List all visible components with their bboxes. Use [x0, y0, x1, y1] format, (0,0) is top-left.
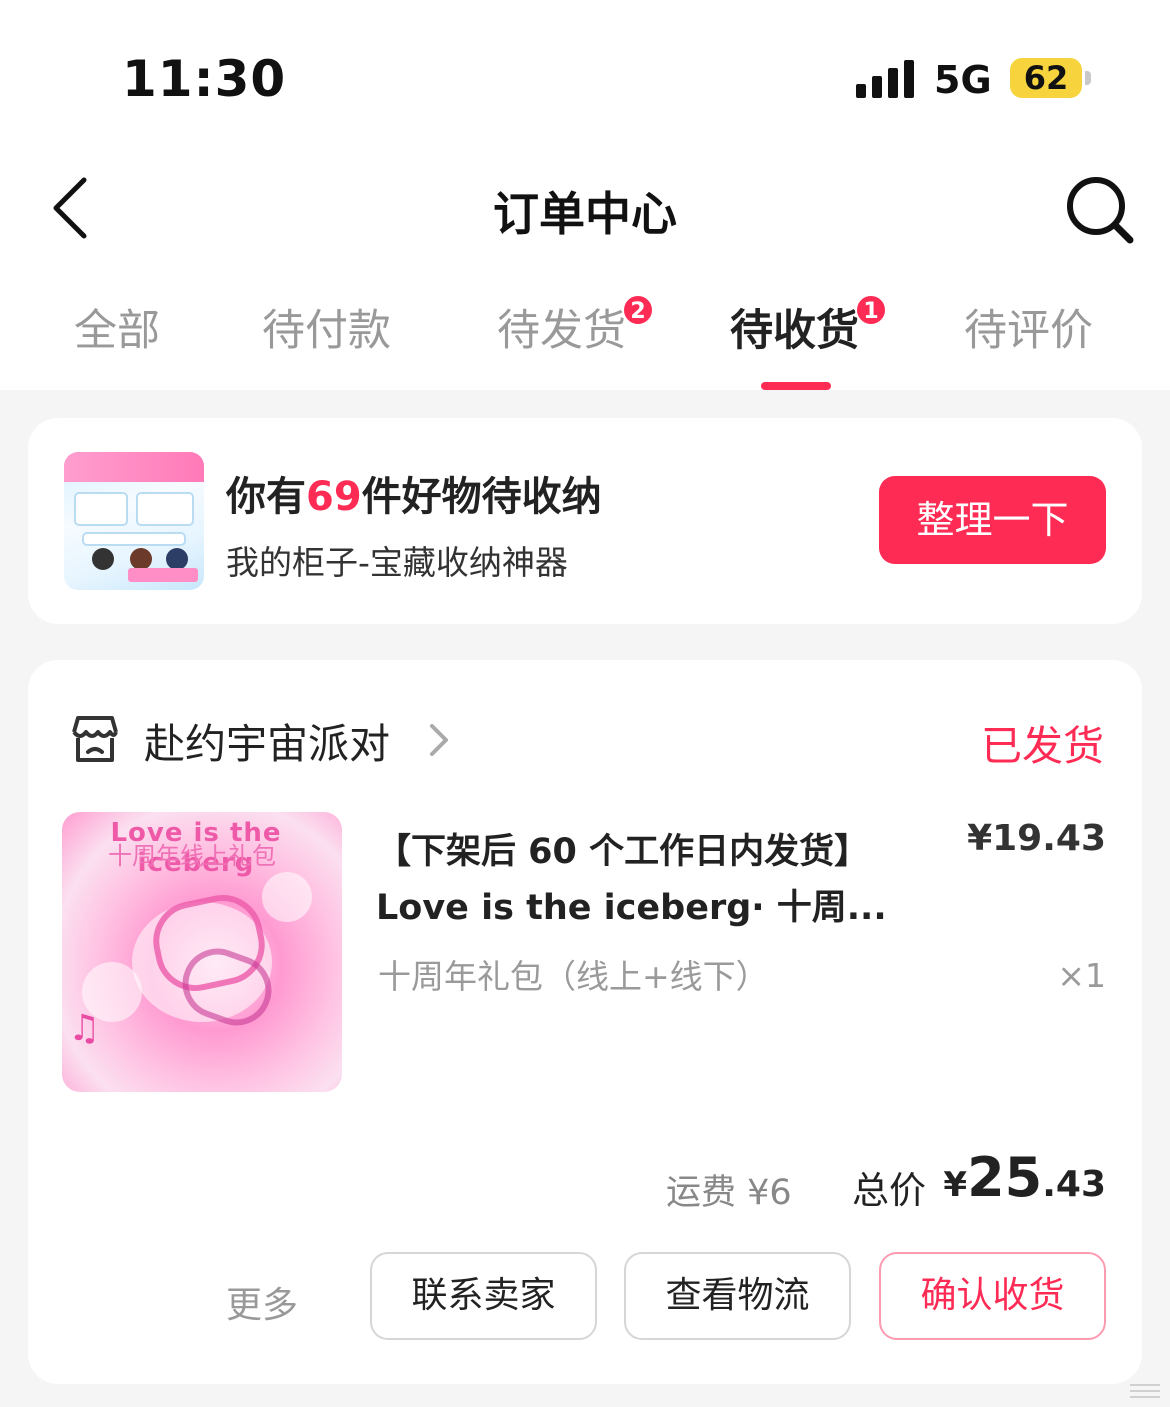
promo-suffix: 件好物待收纳: [361, 474, 602, 520]
signal-icon: [856, 60, 916, 98]
tab-badge: 1: [855, 294, 887, 326]
promo-prefix: 你有: [226, 474, 306, 520]
total-integer: 25: [967, 1146, 1043, 1209]
tab-badge: 2: [622, 294, 654, 326]
product-spec: 十周年礼包（线上+线下）: [378, 957, 769, 996]
promo-headline: 你有69件好物待收纳: [226, 464, 602, 522]
product-image-subtitle: 十周年线上礼包: [108, 842, 276, 870]
total-amount: ¥25.43: [943, 1146, 1106, 1209]
product-title[interactable]: 【下架后 60 个工作日内发货】 Love is the iceberg· 十周…: [376, 824, 896, 936]
tab-label: 待付款: [262, 306, 391, 356]
battery-icon: 62: [1010, 58, 1082, 98]
tab-pending-review[interactable]: 待评价: [964, 296, 1093, 358]
page-title: 订单中心: [493, 187, 677, 241]
tab-pending-shipment[interactable]: 待发货 2: [497, 294, 654, 358]
tab-pending-receipt[interactable]: 待收货 1: [730, 294, 887, 358]
tab-all[interactable]: 全部: [74, 296, 160, 358]
chevron-right-icon: [430, 724, 448, 756]
shipping-fee: 运费 ¥6: [666, 1173, 792, 1213]
battery-level: 62: [1023, 59, 1069, 97]
confirm-receipt-button[interactable]: 确认收货: [879, 1252, 1106, 1340]
search-icon: [1067, 177, 1134, 244]
product-title-line1: 【下架后 60 个工作日内发货】: [376, 832, 870, 872]
status-time: 11:30: [122, 50, 287, 108]
organize-button[interactable]: 整理一下: [879, 476, 1106, 564]
tab-label: 待收货: [730, 306, 859, 356]
promo-count: 69: [306, 474, 362, 520]
promo-subtitle: 我的柜子-宝藏收纳神器: [226, 543, 568, 582]
more-button[interactable]: 更多: [226, 1276, 298, 1328]
music-note-icon: ♫: [68, 1008, 101, 1049]
total-label: 总价: [852, 1169, 926, 1212]
product-title-line2: Love is the iceberg· 十周...: [376, 888, 887, 928]
shop-name[interactable]: 赴约宇宙派对: [144, 710, 390, 770]
storage-promo-card[interactable]: 你有69件好物待收纳 我的柜子-宝藏收纳神器 整理一下: [28, 418, 1142, 624]
product-quantity: ×1: [1057, 956, 1106, 995]
shop-icon: [72, 716, 118, 762]
tab-pending-payment[interactable]: 待付款: [262, 296, 391, 358]
active-tab-indicator: [761, 382, 831, 390]
tab-label: 待发货: [497, 306, 626, 356]
contact-seller-button[interactable]: 联系卖家: [370, 1252, 597, 1340]
network-label: 5G: [934, 58, 992, 102]
battery-cap: [1085, 71, 1091, 85]
tab-label: 待评价: [964, 306, 1093, 356]
total-currency: ¥: [943, 1165, 968, 1205]
tab-label: 全部: [74, 306, 160, 356]
order-card: 赴约宇宙派对 已发货 Love is the iceberg 十周年线上礼包 ♫…: [28, 660, 1142, 1384]
order-tabs: 全部 待付款 待发货 2 待收货 1 待评价: [0, 294, 1170, 390]
product-price: ¥19.43: [967, 818, 1106, 859]
view-logistics-button[interactable]: 查看物流: [624, 1252, 851, 1340]
product-image[interactable]: Love is the iceberg 十周年线上礼包 ♫: [62, 812, 342, 1092]
promo-thumbnail: [64, 452, 204, 590]
watermark-lines: [1130, 1384, 1164, 1398]
total-decimal: .43: [1042, 1164, 1106, 1205]
order-status: 已发货: [981, 722, 1104, 770]
search-button[interactable]: [1062, 172, 1138, 248]
